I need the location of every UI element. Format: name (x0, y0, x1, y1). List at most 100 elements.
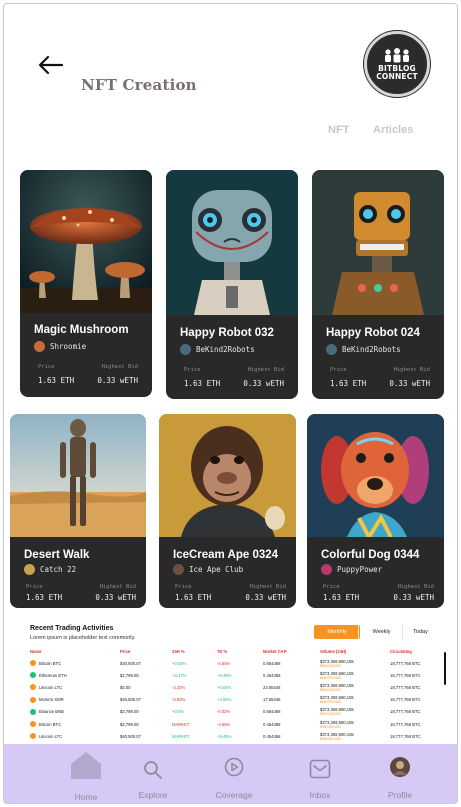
coin-name: Bitcoin BTC (39, 660, 62, 666)
card-creator[interactable]: BeKind2Robots (180, 344, 255, 355)
market-cap: 0.454468 (263, 721, 281, 727)
nft-card-magic-mushroom[interactable]: Magic Mushroom Shroomie Price Highest Bi… (20, 170, 152, 397)
play-circle-icon (224, 757, 244, 777)
change-24h: -3.32% (172, 684, 186, 690)
bitblog-logo[interactable]: BITBLOG CONNECT (364, 31, 430, 97)
nft-card-happy-robot-024[interactable]: Happy Robot 024 BeKind2Robots Price High… (312, 170, 444, 399)
coin-icon (30, 660, 36, 667)
highest-bid-label: Highest Bid (249, 584, 286, 590)
trading-subtitle: Lorem ipsum is placeholder text commonly… (30, 635, 136, 641)
highest-bid-value: 0.33 wETH (245, 593, 286, 602)
coin-price: $2,799.00 (120, 672, 139, 678)
table-row[interactable]: Bitcoin BTC $40,500.07 +0.93% -4.55% 0.8… (28, 657, 432, 669)
coin-name: Bitcoin BTC (39, 721, 62, 727)
market-cap: 0.654468 (263, 709, 281, 715)
volume: $373,359,590,155 (320, 658, 354, 664)
card-creator[interactable]: PuppyPower (321, 564, 382, 575)
price-label: Price (323, 584, 340, 590)
circulating: 18,777,768 BTC (390, 660, 421, 666)
creator-name: Ice Ape Club (189, 565, 244, 574)
col-7d[interactable]: 7D % (215, 645, 261, 657)
price-value: 1.63 ETH (175, 593, 212, 602)
change-24h: +0.0% (172, 709, 184, 715)
nft-card-colorful-dog[interactable]: Colorful Dog 0344 PuppyPower Price Highe… (307, 414, 444, 608)
coin-price: $2,799.00 (120, 709, 139, 715)
card-creator[interactable]: Ice Ape Club (173, 564, 243, 575)
volume-secondary: $950,520,600 (320, 724, 341, 729)
coin-icon (30, 672, 36, 679)
page-title: NFT Creation (81, 76, 197, 94)
price-value: 1.63 ETH (38, 376, 75, 385)
highest-bid-value: 0.33 wETH (95, 593, 136, 602)
creator-name: BeKind2Robots (342, 345, 401, 354)
change-24h: -0.93% (172, 697, 186, 703)
period-today[interactable]: Today (402, 625, 438, 639)
card-creator[interactable]: Catch 22 (24, 564, 76, 575)
volume-secondary: $950,520,600 (320, 687, 341, 692)
creator-name: PuppyPower (337, 565, 383, 574)
col-circulating[interactable]: Circulating (388, 645, 432, 657)
trading-table: Name Price 24H % 7D % Market CAP Volume … (28, 645, 432, 742)
col-price[interactable]: Price (118, 645, 170, 657)
table-row[interactable]: Monero XMR $40,500.07 -0.93% +4.55% 17.6… (28, 694, 432, 706)
market-cap: 0.454468 (263, 672, 281, 678)
table-scrollbar[interactable] (444, 652, 446, 685)
tab-nft[interactable]: NFT (328, 124, 349, 136)
card-creator[interactable]: BeKind2Robots (326, 344, 401, 355)
creator-avatar (24, 564, 35, 575)
price-label: Price (38, 364, 55, 370)
nav-coverage[interactable]: Coverage (206, 744, 262, 803)
dog-artwork (307, 414, 444, 537)
col-volume[interactable]: Volume (24H) (318, 645, 388, 657)
circulating: 18,777,768 BTC (390, 733, 421, 739)
price-value: 1.63 ETH (330, 379, 367, 388)
nav-inbox-label: Inbox (309, 790, 331, 800)
nav-explore[interactable]: Explore (128, 744, 178, 803)
mushroom-artwork (20, 170, 152, 313)
table-row[interactable]: Ethereum ETH $2,799.00 +4.47% +8.49% 0.4… (28, 669, 432, 681)
coin-name: Litecoin LTC (39, 684, 63, 690)
col-24h[interactable]: 24H % (170, 645, 215, 657)
nft-card-desert-walk[interactable]: Desert Walk Catch 22 Price Highest Bid 1… (10, 414, 146, 608)
highest-bid-label: Highest Bid (397, 584, 434, 590)
circulating: 18,777,768 BTC (390, 672, 421, 678)
nft-card-happy-robot-032[interactable]: Happy Robot 032 BeKind2Robots Price High… (166, 170, 298, 399)
nav-home-label: Home (74, 792, 98, 802)
card-title: Magic Mushroom (34, 324, 129, 336)
col-market-cap[interactable]: Market CAP (261, 645, 318, 657)
period-monthly[interactable]: Monthly (314, 625, 360, 639)
card-creator[interactable]: Shroomie (34, 341, 86, 352)
coin-price: $40,500.07 (120, 660, 141, 666)
table-row[interactable]: Bitcoin BTC $2,799.00 MARKET -4.55% 0.45… (28, 718, 432, 730)
price-label: Price (330, 367, 347, 373)
period-weekly[interactable]: Weekly (358, 625, 404, 639)
highest-bid-label: Highest Bid (101, 364, 138, 370)
nft-card-icecream-ape[interactable]: IceCream Ape 0324 Ice Ape Club Price Hig… (159, 414, 296, 608)
tab-articles[interactable]: Articles (373, 124, 413, 136)
nav-home[interactable]: Home (62, 744, 110, 803)
volume-secondary: $950,520,600 (320, 663, 341, 668)
market-cap: 23.65446 (263, 684, 281, 690)
change-7d: +4.55% (217, 697, 232, 703)
coin-price: $0.00 (120, 684, 131, 690)
volume: $373,359,590,155 (320, 719, 354, 725)
table-row[interactable]: Litecoin LTC $40,500.07 MARKET +8.49% 0.… (28, 730, 432, 742)
highest-bid-label: Highest Bid (99, 584, 136, 590)
back-arrow-icon[interactable] (36, 53, 66, 77)
creator-avatar (180, 344, 191, 355)
nav-explore-label: Explore (138, 790, 168, 800)
card-title: Desert Walk (24, 549, 90, 561)
table-row[interactable]: Litecoin LTC $0.00 -3.32% +0.04% 23.6544… (28, 681, 432, 693)
col-name[interactable]: Name (28, 645, 118, 657)
change-7d: -4.55% (217, 660, 231, 666)
nav-inbox[interactable]: Inbox (300, 744, 340, 803)
creator-avatar (34, 341, 45, 352)
coin-icon (30, 684, 36, 691)
volume-secondary: $950,520,600 (320, 700, 341, 705)
circulating: 18,777,768 BTC (390, 709, 421, 715)
nav-profile[interactable]: Profile (380, 744, 420, 803)
card-title: Happy Robot 024 (326, 327, 420, 339)
table-row[interactable]: Binance BNB $2,799.00 +0.0% -0.02% 0.654… (28, 706, 432, 718)
profile-avatar (390, 757, 410, 777)
circulating: 18,777,768 BTC (390, 684, 421, 690)
